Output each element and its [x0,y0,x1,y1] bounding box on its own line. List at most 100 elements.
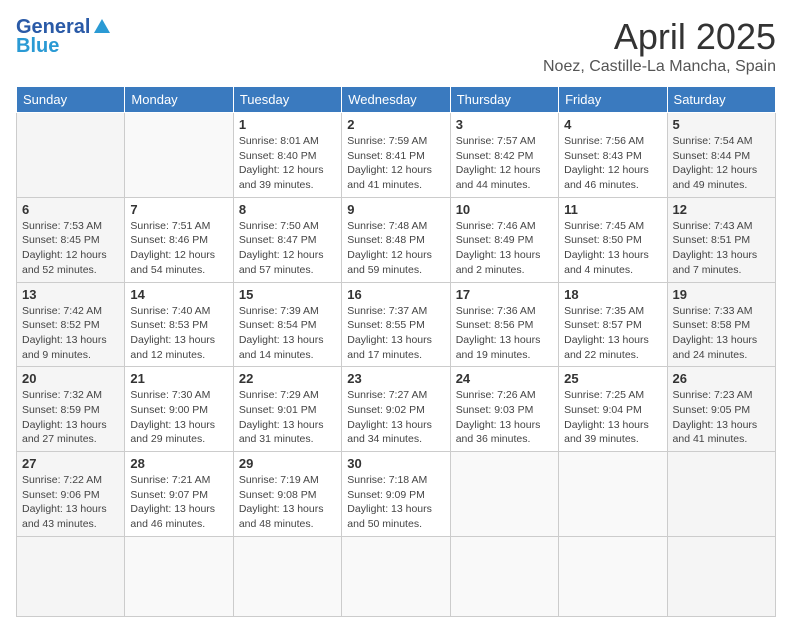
day-cell: 29 Sunrise: 7:19 AMSunset: 9:08 PMDaylig… [233,452,341,537]
empty-cell [17,536,125,616]
header-friday: Friday [559,87,667,113]
day-cell: 8 Sunrise: 7:50 AMSunset: 8:47 PMDayligh… [233,197,341,282]
day-cell: 26 Sunrise: 7:23 AMSunset: 9:05 PMDaylig… [667,367,775,452]
day-cell: 25 Sunrise: 7:25 AMSunset: 9:04 PMDaylig… [559,367,667,452]
day-number: 1 [239,117,336,132]
day-number: 12 [673,202,770,217]
day-cell: 11 Sunrise: 7:45 AMSunset: 8:50 PMDaylig… [559,197,667,282]
day-info: Sunrise: 7:42 AMSunset: 8:52 PMDaylight:… [22,305,107,361]
day-cell: 20 Sunrise: 7:32 AMSunset: 8:59 PMDaylig… [17,367,125,452]
day-info: Sunrise: 8:01 AMSunset: 8:40 PMDaylight:… [239,135,324,191]
day-number: 16 [347,287,444,302]
empty-cell [559,536,667,616]
day-cell: 6 Sunrise: 7:53 AMSunset: 8:45 PMDayligh… [17,197,125,282]
day-cell: 15 Sunrise: 7:39 AMSunset: 8:54 PMDaylig… [233,282,341,367]
day-cell: 28 Sunrise: 7:21 AMSunset: 9:07 PMDaylig… [125,452,233,537]
day-number: 11 [564,202,661,217]
day-info: Sunrise: 7:18 AMSunset: 9:09 PMDaylight:… [347,474,432,530]
empty-cell [17,113,125,198]
empty-cell [233,536,341,616]
day-number: 4 [564,117,661,132]
day-cell: 30 Sunrise: 7:18 AMSunset: 9:09 PMDaylig… [342,452,450,537]
day-info: Sunrise: 7:26 AMSunset: 9:03 PMDaylight:… [456,389,541,445]
day-number: 27 [22,456,119,471]
logo-icon [92,17,112,37]
empty-cell [125,113,233,198]
day-info: Sunrise: 7:35 AMSunset: 8:57 PMDaylight:… [564,305,649,361]
day-cell: 22 Sunrise: 7:29 AMSunset: 9:01 PMDaylig… [233,367,341,452]
empty-cell [450,536,558,616]
day-number: 23 [347,371,444,386]
day-info: Sunrise: 7:25 AMSunset: 9:04 PMDaylight:… [564,389,649,445]
calendar-row: 6 Sunrise: 7:53 AMSunset: 8:45 PMDayligh… [17,197,776,282]
empty-cell [125,536,233,616]
day-number: 25 [564,371,661,386]
day-number: 8 [239,202,336,217]
day-number: 28 [130,456,227,471]
day-cell: 13 Sunrise: 7:42 AMSunset: 8:52 PMDaylig… [17,282,125,367]
calendar-row: 27 Sunrise: 7:22 AMSunset: 9:06 PMDaylig… [17,452,776,537]
day-cell: 9 Sunrise: 7:48 AMSunset: 8:48 PMDayligh… [342,197,450,282]
day-info: Sunrise: 7:39 AMSunset: 8:54 PMDaylight:… [239,305,324,361]
day-cell: 12 Sunrise: 7:43 AMSunset: 8:51 PMDaylig… [667,197,775,282]
logo: General Blue [16,16,112,58]
day-number: 13 [22,287,119,302]
calendar-row: 13 Sunrise: 7:42 AMSunset: 8:52 PMDaylig… [17,282,776,367]
header-wednesday: Wednesday [342,87,450,113]
day-number: 10 [456,202,553,217]
day-number: 22 [239,371,336,386]
day-info: Sunrise: 7:32 AMSunset: 8:59 PMDaylight:… [22,389,107,445]
day-cell: 7 Sunrise: 7:51 AMSunset: 8:46 PMDayligh… [125,197,233,282]
empty-cell [559,452,667,537]
header-thursday: Thursday [450,87,558,113]
day-number: 30 [347,456,444,471]
day-number: 14 [130,287,227,302]
day-number: 17 [456,287,553,302]
header-monday: Monday [125,87,233,113]
day-cell: 27 Sunrise: 7:22 AMSunset: 9:06 PMDaylig… [17,452,125,537]
title-area: April 2025 Noez, Castille-La Mancha, Spa… [543,16,776,76]
day-cell: 16 Sunrise: 7:37 AMSunset: 8:55 PMDaylig… [342,282,450,367]
calendar-table: Sunday Monday Tuesday Wednesday Thursday… [16,86,776,617]
day-info: Sunrise: 7:50 AMSunset: 8:47 PMDaylight:… [239,220,324,276]
day-info: Sunrise: 7:29 AMSunset: 9:01 PMDaylight:… [239,389,324,445]
page-header: General Blue April 2025 Noez, Castille-L… [16,16,776,76]
day-number: 24 [456,371,553,386]
empty-cell [342,536,450,616]
day-info: Sunrise: 7:30 AMSunset: 9:00 PMDaylight:… [130,389,215,445]
day-cell: 19 Sunrise: 7:33 AMSunset: 8:58 PMDaylig… [667,282,775,367]
day-info: Sunrise: 7:54 AMSunset: 8:44 PMDaylight:… [673,135,758,191]
day-info: Sunrise: 7:46 AMSunset: 8:49 PMDaylight:… [456,220,541,276]
day-cell: 14 Sunrise: 7:40 AMSunset: 8:53 PMDaylig… [125,282,233,367]
day-info: Sunrise: 7:59 AMSunset: 8:41 PMDaylight:… [347,135,432,191]
day-cell: 4 Sunrise: 7:56 AMSunset: 8:43 PMDayligh… [559,113,667,198]
calendar-row: 1 Sunrise: 8:01 AMSunset: 8:40 PMDayligh… [17,113,776,198]
day-info: Sunrise: 7:21 AMSunset: 9:07 PMDaylight:… [130,474,215,530]
day-number: 19 [673,287,770,302]
day-number: 18 [564,287,661,302]
day-cell: 2 Sunrise: 7:59 AMSunset: 8:41 PMDayligh… [342,113,450,198]
day-number: 26 [673,371,770,386]
day-cell: 23 Sunrise: 7:27 AMSunset: 9:02 PMDaylig… [342,367,450,452]
day-number: 20 [22,371,119,386]
day-info: Sunrise: 7:57 AMSunset: 8:42 PMDaylight:… [456,135,541,191]
day-number: 29 [239,456,336,471]
day-number: 6 [22,202,119,217]
weekday-header-row: Sunday Monday Tuesday Wednesday Thursday… [17,87,776,113]
day-info: Sunrise: 7:37 AMSunset: 8:55 PMDaylight:… [347,305,432,361]
day-number: 5 [673,117,770,132]
day-number: 15 [239,287,336,302]
main-title: April 2025 [543,16,776,58]
day-info: Sunrise: 7:36 AMSunset: 8:56 PMDaylight:… [456,305,541,361]
empty-cell [667,536,775,616]
day-number: 9 [347,202,444,217]
day-number: 7 [130,202,227,217]
day-info: Sunrise: 7:51 AMSunset: 8:46 PMDaylight:… [130,220,215,276]
day-info: Sunrise: 7:27 AMSunset: 9:02 PMDaylight:… [347,389,432,445]
day-cell: 21 Sunrise: 7:30 AMSunset: 9:00 PMDaylig… [125,367,233,452]
day-cell: 17 Sunrise: 7:36 AMSunset: 8:56 PMDaylig… [450,282,558,367]
day-cell: 3 Sunrise: 7:57 AMSunset: 8:42 PMDayligh… [450,113,558,198]
calendar-row [17,536,776,616]
empty-cell [667,452,775,537]
logo-blue-text: Blue [16,35,59,58]
